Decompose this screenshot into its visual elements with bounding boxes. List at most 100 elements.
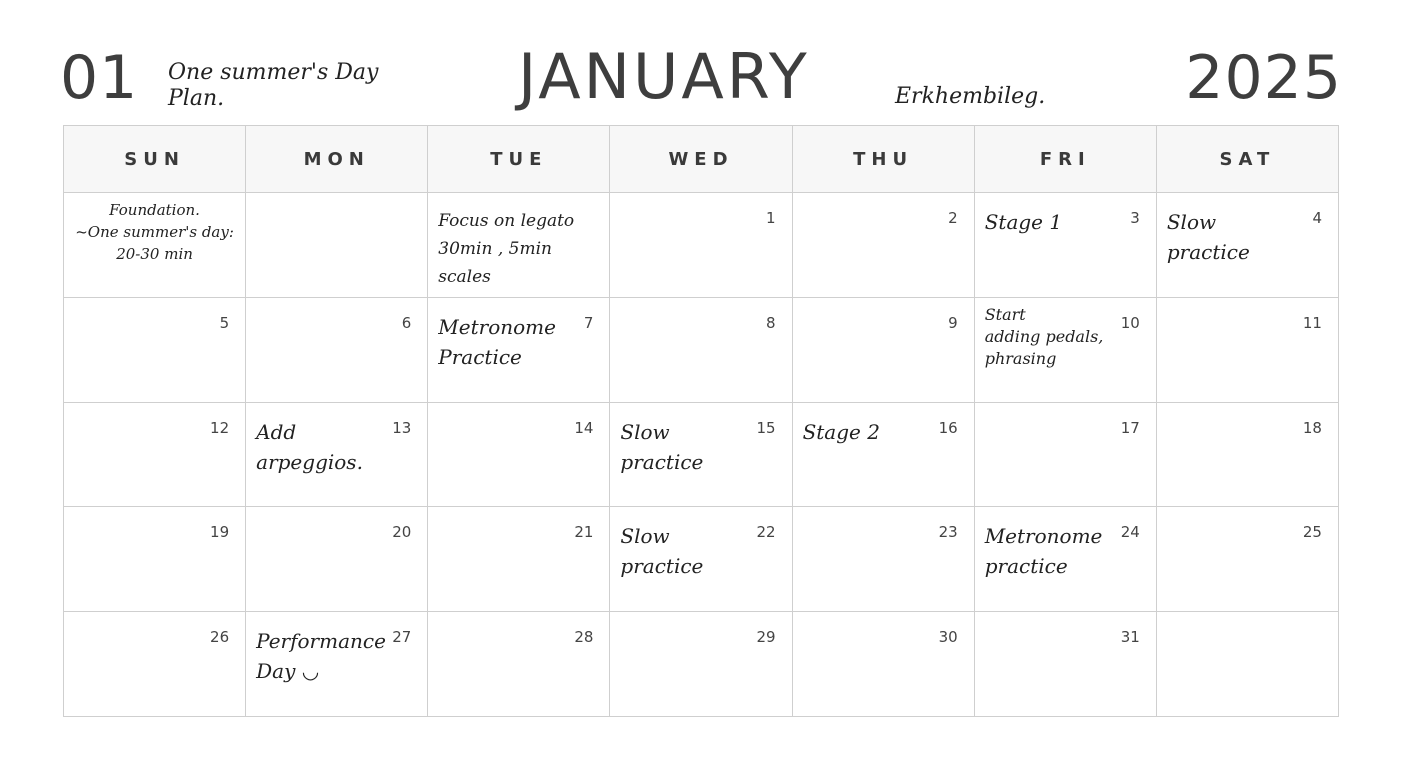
day-note-line: 30min , 5min scales bbox=[438, 239, 552, 287]
day-number: 19 bbox=[210, 523, 230, 542]
day-cell[interactable]: 25 bbox=[1156, 507, 1339, 613]
day-cell[interactable]: Foundation. ~One summer's day: 20-30 min bbox=[64, 193, 247, 298]
month-number: 01 bbox=[60, 43, 139, 113]
day-number: 9 bbox=[948, 313, 958, 332]
day-cell[interactable]: 1 bbox=[610, 193, 793, 298]
day-number: 21 bbox=[574, 523, 594, 542]
day-number: 30 bbox=[938, 628, 958, 647]
day-number: 31 bbox=[1120, 628, 1140, 647]
day-note-line: Performance bbox=[256, 629, 386, 654]
day-cell[interactable]: 2 bbox=[792, 193, 975, 298]
day-cell[interactable]: 13 Add arpeggios. bbox=[246, 402, 429, 508]
day-cell[interactable]: 28 bbox=[428, 612, 611, 717]
day-number: 17 bbox=[1120, 418, 1140, 437]
author-name: Erkhembileg. bbox=[895, 84, 1046, 109]
day-note: Slow practice bbox=[620, 521, 753, 581]
day-note: Performance Day ◡ bbox=[256, 626, 389, 686]
year: 2025 bbox=[1185, 43, 1342, 113]
day-cell[interactable]: 22 Slow practice bbox=[610, 507, 793, 613]
day-number: 12 bbox=[210, 418, 230, 437]
day-number: 6 bbox=[401, 313, 412, 332]
day-note-line: practice bbox=[620, 449, 704, 474]
day-cell[interactable]: 20 bbox=[246, 507, 429, 613]
day-note: Focus on legato 30min , 5min scales bbox=[438, 207, 603, 291]
day-note-line: Foundation. bbox=[109, 201, 200, 219]
day-note-line: Stage 2 bbox=[802, 419, 880, 444]
day-cell[interactable]: 19 bbox=[64, 507, 247, 613]
day-number: 18 bbox=[1302, 418, 1322, 437]
day-number: 2 bbox=[948, 209, 958, 227]
day-number: 1 bbox=[766, 209, 776, 227]
day-cell[interactable]: 15 Slow practice bbox=[610, 402, 793, 508]
day-number: 23 bbox=[938, 523, 958, 542]
day-number: 14 bbox=[574, 418, 594, 437]
day-cell[interactable]: 21 bbox=[428, 507, 611, 613]
day-note-line: Start bbox=[984, 304, 1026, 324]
day-number: 25 bbox=[1302, 523, 1322, 542]
day-note: Add arpeggios. bbox=[256, 417, 389, 477]
day-note: Stage 2 bbox=[803, 417, 936, 447]
weekday-header: SUN bbox=[64, 126, 247, 193]
day-cell[interactable]: 17 bbox=[974, 402, 1157, 508]
day-note-line: Add bbox=[256, 419, 297, 444]
day-note-line: Slow bbox=[620, 524, 670, 549]
day-cell[interactable]: 16 Stage 2 bbox=[792, 402, 975, 508]
day-cell[interactable] bbox=[246, 193, 429, 298]
day-note-line: adding pedals, bbox=[984, 326, 1104, 346]
month-name: JANUARY bbox=[518, 40, 810, 113]
day-number: 3 bbox=[1130, 209, 1140, 227]
day-number: 26 bbox=[210, 628, 230, 647]
day-number: 11 bbox=[1302, 313, 1322, 332]
weekday-header: MON bbox=[246, 126, 429, 193]
weekday-header: SAT bbox=[1156, 126, 1339, 193]
day-cell[interactable]: 11 bbox=[1156, 297, 1339, 403]
day-note-line: practice bbox=[984, 554, 1068, 579]
day-note-line: phrasing bbox=[984, 348, 1057, 368]
day-cell[interactable]: 5 bbox=[64, 297, 247, 403]
day-number: 4 bbox=[1312, 209, 1322, 227]
calendar-grid: SUN MON TUE WED THU FRI SAT Foundation. ~… bbox=[63, 125, 1339, 717]
day-cell[interactable]: Focus on legato 30min , 5min scales bbox=[428, 193, 611, 298]
day-note-line: Focus on legato bbox=[438, 211, 575, 231]
day-cell[interactable]: 29 bbox=[610, 612, 793, 717]
weekday-header: TUE bbox=[428, 126, 611, 193]
day-number: 15 bbox=[756, 418, 776, 437]
day-note-line: ~One summer's day: bbox=[75, 223, 234, 241]
day-cell[interactable]: 10 Start adding pedals, phrasing bbox=[974, 297, 1157, 403]
weekday-header: FRI bbox=[974, 126, 1157, 193]
day-number: 16 bbox=[938, 418, 958, 437]
day-cell[interactable]: 8 bbox=[610, 297, 793, 403]
day-cell[interactable]: 6 bbox=[246, 297, 429, 403]
day-cell[interactable]: 3 Stage 1 bbox=[974, 193, 1157, 298]
day-cell[interactable] bbox=[1156, 612, 1339, 717]
calendar-header: 01 One summer's Day Plan. JANUARY Erkhem… bbox=[0, 0, 1416, 125]
day-note: Start adding pedals, phrasing bbox=[985, 304, 1150, 370]
day-cell[interactable]: 7 Metronome Practice bbox=[428, 297, 611, 403]
day-note: Stage 1 bbox=[985, 207, 1118, 237]
day-cell[interactable]: 4 Slow practice bbox=[1156, 193, 1339, 298]
day-number: 13 bbox=[392, 418, 412, 437]
day-number: 22 bbox=[756, 523, 776, 542]
day-note: Slow practice bbox=[1167, 207, 1300, 267]
day-number: 24 bbox=[1120, 523, 1140, 542]
day-cell[interactable]: 9 bbox=[792, 297, 975, 403]
weekday-header: WED bbox=[610, 126, 793, 193]
day-number: 7 bbox=[583, 313, 594, 332]
day-note-line: Slow bbox=[620, 419, 670, 444]
day-cell[interactable]: 24 Metronome practice bbox=[974, 507, 1157, 613]
day-cell[interactable]: 18 bbox=[1156, 402, 1339, 508]
day-cell[interactable]: 14 bbox=[428, 402, 611, 508]
day-cell[interactable]: 26 bbox=[64, 612, 247, 717]
day-number: 29 bbox=[756, 628, 776, 647]
plan-title: One summer's Day Plan. bbox=[168, 60, 379, 111]
day-cell[interactable]: 23 bbox=[792, 507, 975, 613]
day-note-line: 20-30 min bbox=[116, 245, 193, 263]
day-cell[interactable]: 12 bbox=[64, 402, 247, 508]
day-note-line: Day ◡ bbox=[256, 659, 320, 684]
day-cell[interactable]: 30 bbox=[792, 612, 975, 717]
day-number: 27 bbox=[392, 628, 412, 647]
day-note-line: Slow bbox=[1166, 210, 1217, 234]
day-cell[interactable]: 27 Performance Day ◡ bbox=[246, 612, 429, 717]
day-number: 28 bbox=[574, 628, 594, 647]
day-cell[interactable]: 31 bbox=[974, 612, 1157, 717]
